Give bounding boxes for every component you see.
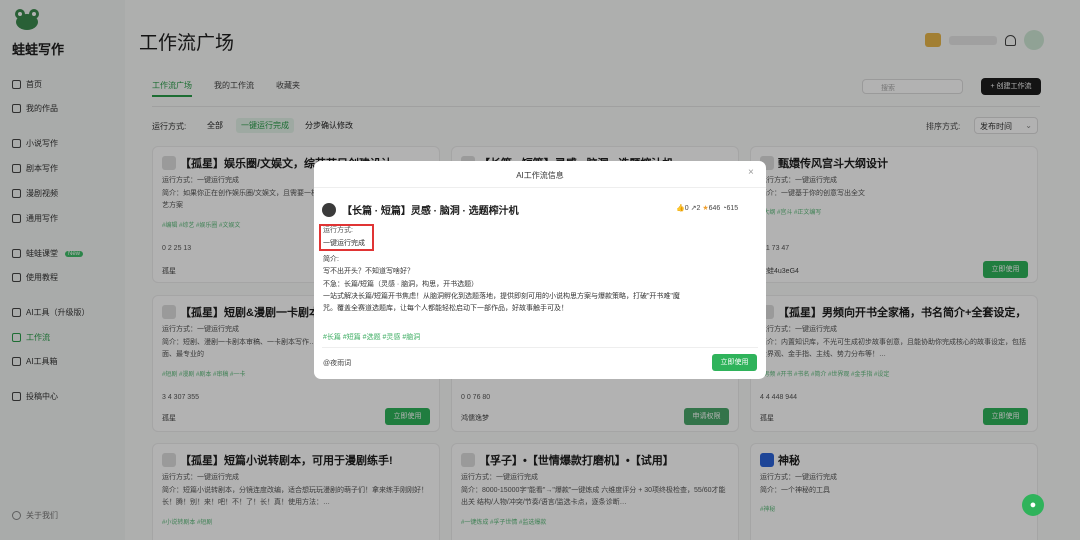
- desc-line: 不急：长篇/短篇（灵感 · 脑洞，构思，开书选题）: [323, 281, 479, 288]
- modal-use-button[interactable]: 立即使用: [712, 354, 757, 371]
- desc-line: 一站式解决长篇/短篇开书焦虑！从脑洞孵化到选题落地，提供即刻可用的小说构思方案与…: [323, 293, 680, 300]
- close-icon[interactable]: ×: [748, 167, 754, 178]
- share-count: 2: [696, 205, 701, 212]
- like-icon[interactable]: 👍: [676, 205, 685, 212]
- modal-title-row: 【长篇 · 短篇】灵感 · 脑洞 · 选题榨汁机: [322, 202, 519, 217]
- modal-divider: [322, 347, 758, 348]
- modal-divider: [314, 187, 766, 188]
- use-count: 615: [726, 205, 739, 212]
- desc-label: 简介:: [323, 256, 339, 263]
- modal-author: @夜雨词: [323, 360, 352, 367]
- desc-line: 咒。覆盖全赛道选题库，让每个人都能轻松启动下一部作品，好故事触手可及！: [323, 305, 568, 312]
- chat-support-icon[interactable]: ●: [1022, 494, 1044, 516]
- desc-line: 写不出开头？不知道写啥好？: [323, 268, 414, 275]
- modal-tags: #长篇 #短篇 #选题 #灵感 #脑洞: [323, 334, 421, 341]
- modal-stats: 👍0 ↗2 ★646 ◔615: [676, 204, 738, 212]
- modal-title: 【长篇 · 短篇】灵感 · 脑洞 · 选题榨汁机: [342, 206, 519, 217]
- like-count: 0: [684, 205, 689, 212]
- author-avatar: [322, 202, 336, 217]
- star-count: 646: [708, 205, 721, 212]
- mode-value: 一键运行完成: [323, 240, 365, 247]
- modal-header: AI工作流信息: [516, 171, 564, 180]
- mode-label: 运行方式:: [323, 227, 353, 234]
- workflow-info-modal: AI工作流信息 × 【长篇 · 短篇】灵感 · 脑洞 · 选题榨汁机 👍0 ↗2…: [314, 161, 766, 379]
